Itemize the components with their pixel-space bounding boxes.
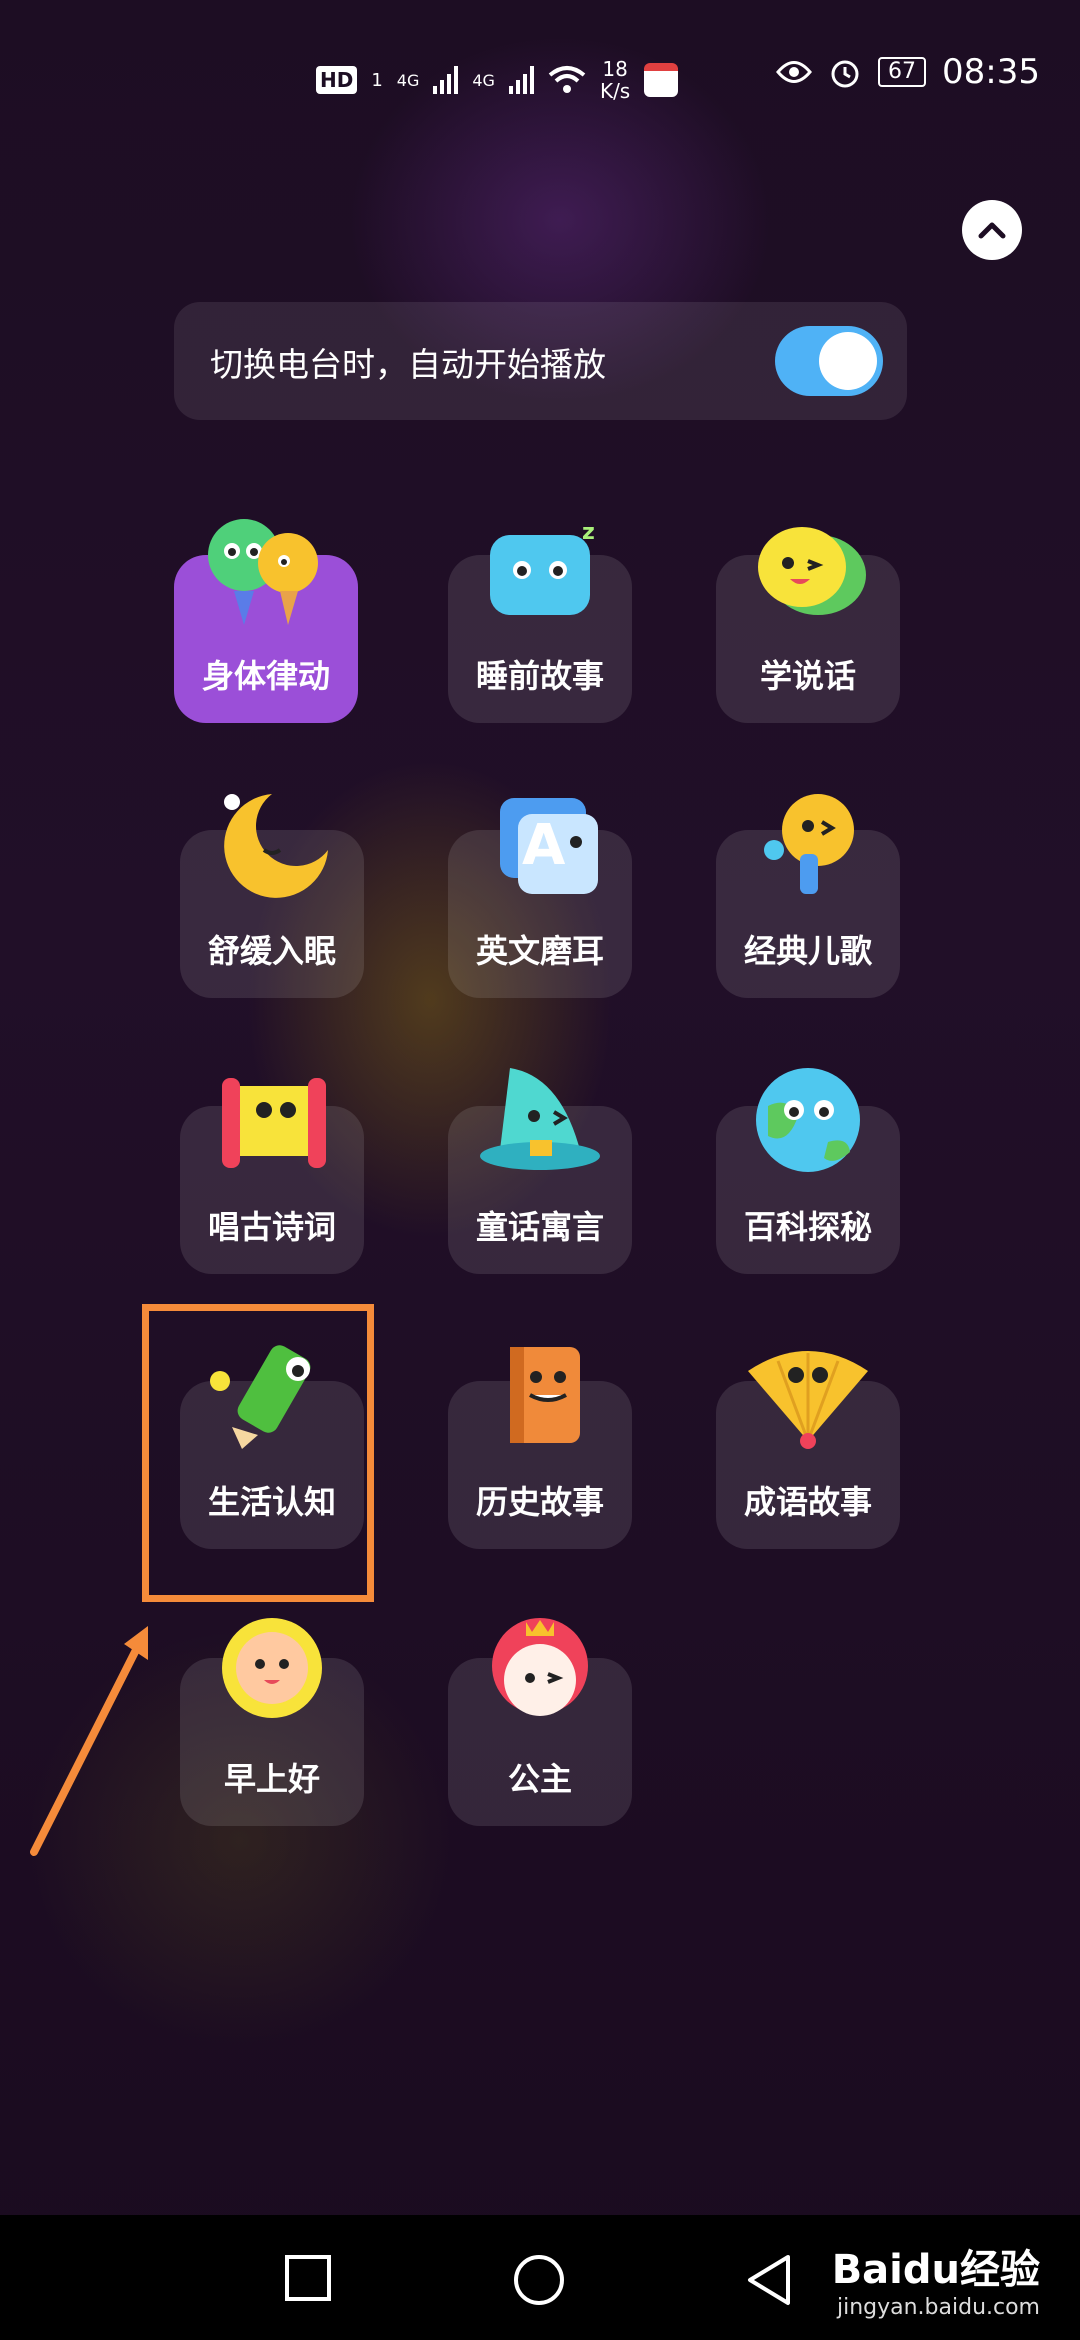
tile-label: 百科探秘 (743, 1208, 872, 1246)
calendar-icon (644, 63, 679, 97)
princess-icon (492, 1618, 588, 1716)
tile-label: 历史故事 (475, 1483, 604, 1521)
category-tile-english-listening[interactable]: A 英文磨耳 (448, 798, 632, 998)
wifi-icon (548, 66, 586, 93)
circle-icon (514, 2255, 564, 2305)
category-tile-encyclopedia[interactable]: 百科探秘 (716, 1068, 900, 1274)
square-icon (285, 2255, 331, 2301)
category-tile-good-morning[interactable]: 早上好 (180, 1618, 364, 1826)
signal-icon-2 (508, 66, 534, 94)
system-nav-bar: Baidu经验 jingyan.baidu.com (0, 2215, 1080, 2340)
highlight-box (142, 1304, 374, 1602)
tile-label: 成语故事 (743, 1483, 872, 1521)
wizard-hat-icon (480, 1068, 600, 1170)
triangle-back-icon (748, 2255, 790, 2305)
category-tile-idiom-stories[interactable]: 成语故事 (716, 1351, 900, 1549)
sim-indicator: 1 (371, 69, 383, 91)
category-tile-princess[interactable]: 公主 (448, 1618, 632, 1826)
category-tile-learn-speaking[interactable]: 学说话 (716, 527, 900, 723)
tile-label: 唱古诗词 (207, 1208, 336, 1246)
collapse-button[interactable] (962, 200, 1022, 260)
battery-indicator: 67 (878, 57, 927, 87)
book-icon (510, 1347, 580, 1443)
category-tile-ancient-poems[interactable]: 唱古诗词 (180, 1078, 364, 1274)
watermark-url: jingyan.baidu.com (836, 2295, 1040, 2320)
singing-mic-icon (764, 794, 854, 894)
recent-apps-button[interactable] (283, 2253, 333, 2303)
crescent-moon-icon (224, 794, 328, 898)
autoplay-label: 切换电台时，自动开始播放 (210, 345, 606, 384)
folding-fan-icon (748, 1351, 868, 1449)
sun-icon (222, 1618, 322, 1718)
back-button[interactable] (744, 2253, 794, 2305)
net-speed: 18 K/s (600, 58, 630, 102)
status-right: 67 08:35 (776, 52, 1040, 92)
chevron-up-icon (978, 222, 1006, 239)
category-tile-classic-songs[interactable]: 经典儿歌 (716, 794, 900, 998)
tile-label: 身体律动 (201, 657, 330, 695)
chat-bubble-icon (758, 527, 866, 615)
autoplay-setting-row: 切换电台时，自动开始播放 (174, 302, 907, 420)
alarm-icon (831, 60, 859, 88)
hd-badge: HD (316, 66, 358, 94)
category-tile-history-stories[interactable]: 历史故事 (448, 1347, 632, 1549)
switch-knob (819, 332, 877, 390)
network-label-1: 4G (396, 70, 420, 90)
letter-a-card-icon: A (500, 798, 598, 894)
tile-label: 经典儿歌 (743, 932, 872, 970)
clock: 08:35 (942, 52, 1040, 92)
svg-text:z: z (582, 520, 595, 545)
net-speed-unit: K/s (599, 79, 631, 103)
scroll-icon (222, 1078, 326, 1168)
category-tile-body-rhythm[interactable]: 身体律动 (174, 519, 358, 723)
network-label-2: 4G (472, 70, 495, 90)
category-tile-bedtime-story[interactable]: z 睡前故事 (448, 520, 632, 723)
baidu-watermark: Baidu经验 jingyan.baidu.com (832, 2237, 1040, 2320)
category-tile-soothing-sleep[interactable]: 舒缓入眠 (180, 794, 364, 998)
status-left: HD 1 4G 4G 18 K/s (316, 58, 679, 102)
status-bar: HD 1 4G 4G 18 K/s 67 08:35 (0, 0, 1080, 150)
watermark-logo: Baidu经验 (831, 2247, 1040, 2293)
tile-label: 学说话 (759, 657, 856, 695)
arrow-annotation-icon (30, 1626, 148, 1856)
tile-label: 童话寓言 (475, 1208, 604, 1246)
microphone-duo-icon (208, 519, 318, 625)
eye-icon (776, 61, 812, 83)
tile-label: 公主 (507, 1760, 572, 1798)
home-button[interactable] (512, 2253, 564, 2305)
globe-icon (756, 1068, 860, 1172)
signal-icon (433, 66, 459, 94)
tile-label: 睡前故事 (475, 657, 604, 695)
category-tile-fairy-tales[interactable]: 童话寓言 (448, 1068, 632, 1274)
tile-label: 早上好 (223, 1760, 320, 1798)
tile-label: 英文磨耳 (475, 932, 604, 970)
tile-label: 舒缓入眠 (207, 932, 336, 970)
sleepy-cloud-icon: z (490, 520, 595, 615)
net-speed-value: 18 (602, 57, 628, 81)
autoplay-switch[interactable] (775, 326, 883, 396)
svg-text:A: A (522, 813, 566, 878)
